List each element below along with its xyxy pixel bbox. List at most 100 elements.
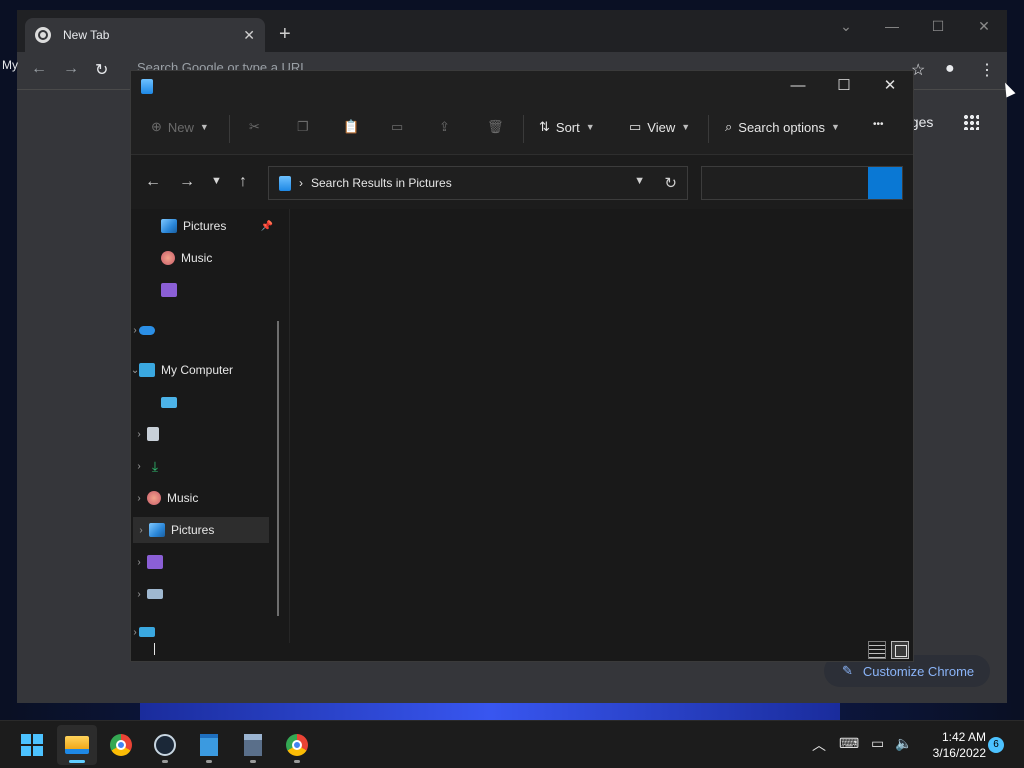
more-options-icon[interactable]: ••• [873, 119, 884, 130]
plus-circle-icon: ⊕ [151, 119, 162, 134]
new-tab-button[interactable]: + [279, 24, 291, 44]
refresh-icon[interactable]: ↻ [664, 174, 677, 192]
tray-overflow-icon[interactable]: ︿ [812, 735, 826, 755]
explorer-maximize-button[interactable]: ☐ [821, 71, 867, 103]
start-button[interactable] [12, 725, 52, 765]
chrome-minimize-button[interactable]: — [869, 14, 915, 38]
chevron-down-icon: ▼ [831, 122, 840, 132]
chrome-maximize-button[interactable]: ☐ [915, 14, 961, 38]
taskbar-chrome-2[interactable] [277, 725, 317, 765]
share-icon[interactable]: ⇪ [439, 119, 450, 135]
forward-arrow-icon[interactable]: → [63, 60, 79, 78]
chevron-right-icon[interactable]: › [131, 557, 147, 568]
file-explorer-window: — ☐ ✕ ⊕ New ▼ ✂ ❐ 📋 ▭ ⇪ 🗑 ⇅ Sort ▼ ▭ Vie… [130, 70, 914, 662]
details-view-button[interactable] [868, 641, 886, 659]
delete-icon[interactable]: 🗑 [487, 119, 504, 135]
chevron-right-icon[interactable]: › [131, 461, 147, 472]
address-dropdown-icon[interactable]: ▼ [634, 175, 645, 187]
up-arrow-icon[interactable]: ↑ [239, 173, 247, 191]
view-icon: ▭ [629, 119, 642, 134]
nav-item-label: Pictures [171, 523, 215, 537]
nav-item-my-computer[interactable]: ⌄ My Computer [131, 357, 281, 383]
nav-item-label: Pictures [183, 219, 227, 233]
status-bar [131, 639, 913, 661]
search-input[interactable] [702, 167, 868, 199]
chrome-tab[interactable]: New Tab ✕ [25, 18, 265, 52]
tab-close-icon[interactable]: ✕ [243, 27, 255, 44]
nav-item-music[interactable]: Music [131, 245, 281, 271]
cut-icon[interactable]: ✂ [249, 119, 260, 135]
rename-icon[interactable]: ▭ [391, 119, 403, 135]
nav-item-pictures[interactable]: Pictures 📌 [131, 213, 281, 239]
address-bar[interactable]: › Search Results in Pictures ▼ ↻ [268, 166, 688, 200]
reload-icon[interactable]: ↻ [95, 60, 108, 80]
clock-time: 1:42 AM [941, 730, 986, 744]
network-icon[interactable]: ▭ [871, 735, 884, 752]
nav-item-videos[interactable] [131, 277, 281, 303]
tab-search-icon[interactable]: ⌄ [823, 14, 869, 38]
nav-item-music[interactable]: › Music [131, 485, 281, 511]
taskbar-chrome[interactable] [101, 725, 141, 765]
bookmark-label[interactable]: My [2, 58, 18, 72]
new-button[interactable]: ⊕ New ▼ [151, 119, 209, 135]
paste-icon[interactable]: 📋 [343, 119, 359, 135]
clock[interactable]: 1:42 AM 3/16/2022 [922, 729, 986, 761]
back-arrow-icon[interactable]: ← [31, 60, 47, 78]
chrome-window-controls: ⌄ — ☐ ✕ [823, 14, 1007, 38]
navigation-pane: Pictures 📌 Music › ⌄ My Computer › › ⤓ › Music › Pic… [131, 209, 289, 643]
chrome-close-button[interactable]: ✕ [961, 14, 1007, 38]
chevron-right-icon[interactable]: › [131, 589, 147, 600]
chevron-right-icon[interactable]: › [131, 429, 147, 440]
menu-kebab-icon[interactable]: ⋮ [979, 60, 995, 80]
onedrive-icon [139, 325, 155, 335]
keyboard-icon[interactable]: ⌨ [839, 735, 859, 752]
back-arrow-icon[interactable]: ← [145, 173, 161, 191]
view-button[interactable]: ▭ View ▼ [629, 119, 690, 135]
taskbar-notepad[interactable] [189, 725, 229, 765]
downloads-icon: ⤓ [151, 458, 159, 474]
chevron-right-icon[interactable]: › [131, 493, 147, 504]
nav-item-pictures[interactable]: › Pictures [133, 517, 269, 543]
chevron-right-icon[interactable]: › [133, 525, 149, 536]
customize-chrome-label: Customize Chrome [862, 663, 975, 679]
forward-arrow-icon[interactable]: → [179, 173, 195, 191]
nav-item-drive[interactable] [131, 389, 281, 415]
sort-button[interactable]: ⇅ Sort ▼ [539, 119, 595, 135]
copy-icon[interactable]: ❐ [297, 119, 309, 135]
profile-icon[interactable]: ● [945, 60, 955, 78]
breadcrumb[interactable]: Search Results in Pictures [311, 176, 452, 190]
view-label: View [647, 119, 676, 135]
chevron-right-icon[interactable]: › [131, 627, 139, 638]
nav-item-documents[interactable]: › [131, 421, 281, 447]
nav-scrollbar[interactable] [277, 321, 279, 616]
tab-title: New Tab [63, 28, 110, 42]
taskbar-steam[interactable] [145, 725, 185, 765]
search-options-button[interactable]: ⌕ Search options ▼ [725, 119, 840, 135]
notification-badge[interactable]: 6 [988, 737, 1004, 753]
drive-icon [161, 396, 177, 408]
nav-item-videos[interactable]: › [131, 549, 281, 575]
chevron-down-icon[interactable]: ⌄ [131, 365, 139, 376]
explorer-minimize-button[interactable]: — [775, 71, 821, 103]
recent-locations-icon[interactable]: ▼ [211, 175, 222, 187]
volume-icon[interactable]: 🔈 [895, 735, 912, 752]
folder-icon [65, 736, 89, 754]
documents-icon [147, 427, 159, 441]
large-icons-view-button[interactable] [891, 641, 909, 659]
videos-icon [147, 555, 163, 569]
nav-item-onedrive[interactable]: › [131, 317, 281, 343]
nav-item-disk[interactable]: › [131, 581, 281, 607]
chrome-icon [110, 734, 132, 756]
explorer-close-button[interactable]: ✕ [867, 71, 913, 103]
apps-grid-icon[interactable] [963, 114, 979, 130]
chevron-right-icon[interactable]: › [131, 325, 139, 336]
taskbar-calculator[interactable] [233, 725, 273, 765]
nav-item-downloads[interactable]: › ⤓ [131, 453, 281, 479]
steam-icon [154, 734, 176, 756]
explorer-titlebar: — ☐ ✕ [131, 71, 913, 103]
taskbar-file-explorer[interactable] [57, 725, 97, 765]
search-go-button[interactable] [868, 167, 902, 199]
text-caret [154, 643, 155, 655]
computer-icon [139, 363, 155, 377]
pencil-icon: ✎ [842, 663, 853, 678]
